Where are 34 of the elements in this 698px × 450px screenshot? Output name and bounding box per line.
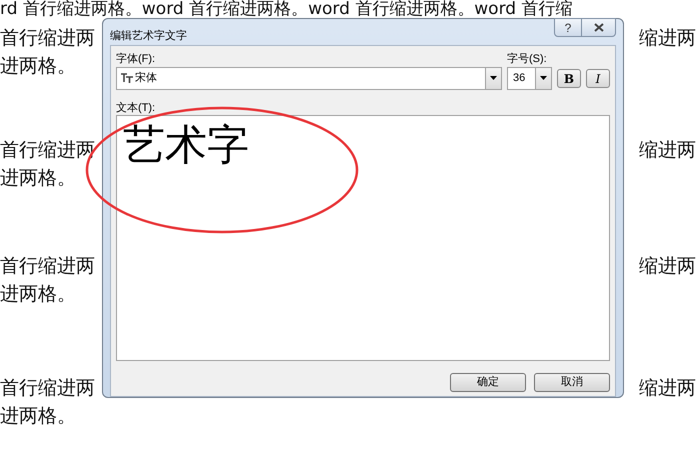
- close-icon: [594, 23, 604, 32]
- close-button[interactable]: [582, 18, 616, 37]
- document-text: 进两格。: [0, 166, 76, 191]
- document-text: 进两格。: [0, 404, 76, 429]
- italic-button[interactable]: I: [586, 68, 610, 88]
- document-text: 缩进两: [639, 26, 696, 51]
- text-value: 艺术字: [123, 120, 249, 168]
- caret-icon: [540, 76, 547, 80]
- font-label: 字体(F):: [116, 52, 156, 66]
- size-value: 36: [512, 70, 526, 86]
- font-value: 宋体: [135, 70, 157, 86]
- document-text: 缩进两: [639, 254, 696, 279]
- size-label: 字号(S):: [507, 52, 548, 66]
- caret-icon: [490, 76, 497, 80]
- dialog-button[interactable]: 取消: [534, 372, 610, 392]
- bold-button[interactable]: B: [557, 68, 581, 88]
- document-text: 缩进两: [639, 138, 696, 163]
- font-type-icon: [121, 73, 133, 83]
- document-text: 缩进两: [639, 376, 696, 401]
- document-text: 进两格。: [0, 54, 76, 79]
- document-text: rd 首行缩进两格。word 首行缩进两格。word 首行缩进两格。word 首行缩: [0, 0, 572, 18]
- dropdown-button[interactable]: [535, 68, 551, 88]
- dropdown-button[interactable]: [485, 68, 501, 88]
- document-text: 进两格。: [0, 282, 76, 307]
- font-dropdown[interactable]: 宋体: [116, 66, 502, 90]
- text-area[interactable]: 艺术字: [116, 114, 610, 360]
- document-text: 首行缩进两: [0, 376, 95, 401]
- help-button[interactable]: ?: [554, 18, 582, 37]
- size-dropdown[interactable]: 36: [507, 66, 552, 90]
- document-text: 首行缩进两: [0, 26, 95, 51]
- window-title: 编辑艺术字文字: [110, 28, 187, 44]
- text-label: 文本(T):: [116, 100, 156, 114]
- dialog-button[interactable]: 确定: [450, 372, 526, 392]
- document-text: 首行缩进两: [0, 254, 95, 279]
